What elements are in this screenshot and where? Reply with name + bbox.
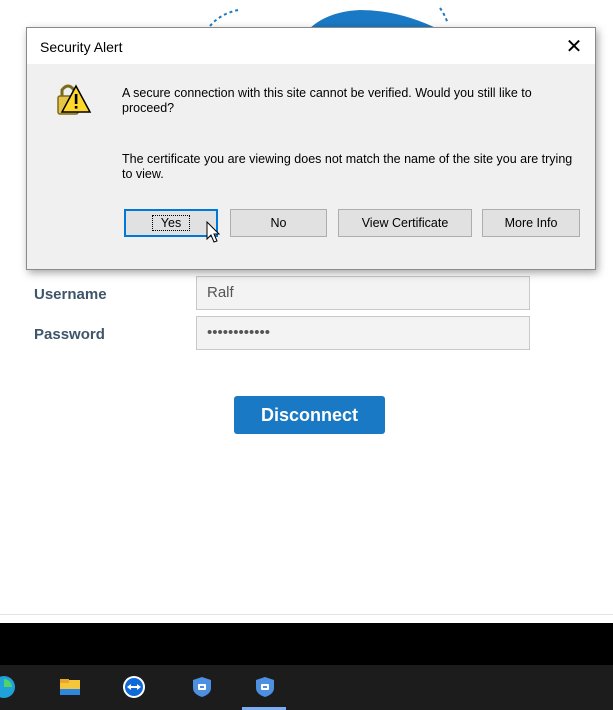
close-icon[interactable]: ✕ <box>559 32 589 60</box>
view-certificate-button[interactable]: View Certificate <box>338 209 472 237</box>
more-info-button[interactable]: More Info <box>482 209 580 237</box>
file-explorer-icon[interactable] <box>58 675 82 699</box>
password-label: Password <box>34 326 105 343</box>
dialog-message-2: The certificate you are viewing does not… <box>122 152 573 181</box>
username-field[interactable]: Ralf <box>196 276 530 310</box>
dialog-title: Security Alert <box>40 39 123 55</box>
taskbar <box>0 665 613 710</box>
app-icon[interactable] <box>253 675 277 699</box>
app-icon[interactable] <box>190 675 214 699</box>
divider <box>0 614 613 615</box>
dialog-titlebar: Security Alert ✕ <box>27 28 595 64</box>
edge-icon[interactable] <box>0 675 16 699</box>
password-field[interactable]: •••••••••••• <box>196 316 530 350</box>
yes-button[interactable]: Yes <box>124 209 218 237</box>
username-label: Username <box>34 286 107 303</box>
security-alert-dialog: Security Alert ✕ A secure connection wit… <box>26 27 596 270</box>
warning-lock-icon <box>57 84 92 115</box>
teamviewer-icon[interactable] <box>122 675 146 699</box>
mouse-cursor-icon <box>206 221 221 243</box>
dialog-message-1: A secure connection with this site canno… <box>122 86 532 115</box>
black-bar <box>0 623 613 665</box>
yes-button-label: Yes <box>151 215 191 231</box>
disconnect-button[interactable]: Disconnect <box>234 396 385 434</box>
no-button[interactable]: No <box>230 209 327 237</box>
